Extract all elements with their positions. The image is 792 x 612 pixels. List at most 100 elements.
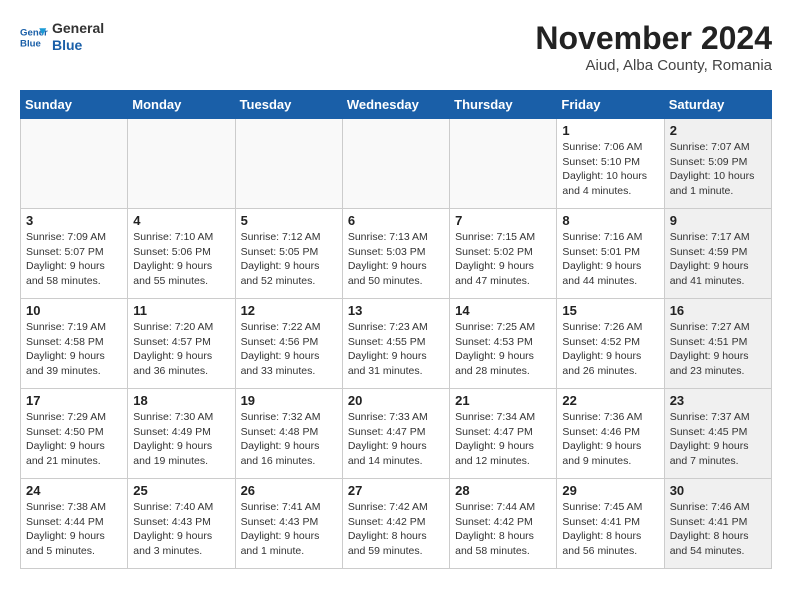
calendar-cell: 27 Sunrise: 7:42 AM Sunset: 4:42 PM Dayli…	[342, 479, 449, 569]
cell-info: Sunrise: 7:12 AM Sunset: 5:05 PM Dayligh…	[241, 230, 337, 289]
cell-info: Sunrise: 7:27 AM Sunset: 4:51 PM Dayligh…	[670, 320, 766, 379]
day-number: 13	[348, 303, 444, 318]
calendar-cell	[128, 119, 235, 209]
calendar-cell: 26 Sunrise: 7:41 AM Sunset: 4:43 PM Dayli…	[235, 479, 342, 569]
cell-info: Sunrise: 7:46 AM Sunset: 4:41 PM Dayligh…	[670, 500, 766, 559]
calendar-week-row: 17Sunrise: 7:29 AM Sunset: 4:50 PM Dayli…	[21, 389, 772, 479]
cell-info: Sunrise: 7:07 AM Sunset: 5:09 PM Dayligh…	[670, 140, 766, 199]
day-number: 29	[562, 483, 658, 498]
cell-info: Sunrise: 7:42 AM Sunset: 4:42 PM Dayligh…	[348, 500, 444, 559]
calendar-cell: 20 Sunrise: 7:33 AM Sunset: 4:47 PM Dayli…	[342, 389, 449, 479]
cell-info: Sunrise: 7:37 AM Sunset: 4:45 PM Dayligh…	[670, 410, 766, 469]
location-subtitle: Aiud, Alba County, Romania	[535, 57, 772, 74]
calendar-cell: 16 Sunrise: 7:27 AM Sunset: 4:51 PM Dayli…	[664, 299, 771, 389]
cell-info: Sunrise: 7:06 AM Sunset: 5:10 PM Dayligh…	[562, 140, 658, 199]
calendar-cell: 28 Sunrise: 7:44 AM Sunset: 4:42 PM Dayli…	[450, 479, 557, 569]
cell-info: Sunrise: 7:25 AM Sunset: 4:53 PM Dayligh…	[455, 320, 551, 379]
calendar-cell: 11 Sunrise: 7:20 AM Sunset: 4:57 PM Dayli…	[128, 299, 235, 389]
svg-text:Blue: Blue	[20, 38, 41, 49]
cell-info: Sunrise: 7:26 AM Sunset: 4:52 PM Dayligh…	[562, 320, 658, 379]
day-number: 9	[670, 213, 766, 228]
cell-info: Sunrise: 7:34 AM Sunset: 4:47 PM Dayligh…	[455, 410, 551, 469]
day-number: 27	[348, 483, 444, 498]
calendar-table: SundayMondayTuesdayWednesdayThursdayFrid…	[20, 90, 772, 569]
month-title: November 2024	[535, 20, 772, 57]
day-number: 19	[241, 393, 337, 408]
cell-info: Sunrise: 7:29 AM Sunset: 4:50 PM Dayligh…	[26, 410, 122, 469]
title-block: November 2024 Aiud, Alba County, Romania	[535, 20, 772, 74]
cell-info: Sunrise: 7:17 AM Sunset: 4:59 PM Dayligh…	[670, 230, 766, 289]
day-number: 10	[26, 303, 122, 318]
calendar-cell	[235, 119, 342, 209]
calendar-cell: 25Sunrise: 7:40 AM Sunset: 4:43 PM Dayli…	[128, 479, 235, 569]
calendar-week-row: 3Sunrise: 7:09 AM Sunset: 5:07 PM Daylig…	[21, 209, 772, 299]
calendar-cell: 24 Sunrise: 7:38 AM Sunset: 4:44 PM Dayli…	[21, 479, 128, 569]
cell-info: Sunrise: 7:10 AM Sunset: 5:06 PM Dayligh…	[133, 230, 229, 289]
calendar-cell: 23 Sunrise: 7:37 AM Sunset: 4:45 PM Dayli…	[664, 389, 771, 479]
calendar-cell	[450, 119, 557, 209]
calendar-cell: 7 Sunrise: 7:15 AM Sunset: 5:02 PM Daylig…	[450, 209, 557, 299]
calendar-cell	[342, 119, 449, 209]
logo-icon: General Blue	[20, 23, 48, 51]
calendar-week-row: 1Sunrise: 7:06 AM Sunset: 5:10 PM Daylig…	[21, 119, 772, 209]
calendar-cell: 9 Sunrise: 7:17 AM Sunset: 4:59 PM Daylig…	[664, 209, 771, 299]
day-number: 16	[670, 303, 766, 318]
page-header: General Blue General Blue November 2024 …	[20, 20, 772, 74]
day-number: 30	[670, 483, 766, 498]
cell-info: Sunrise: 7:40 AM Sunset: 4:43 PM Dayligh…	[133, 500, 229, 559]
calendar-cell: 1Sunrise: 7:06 AM Sunset: 5:10 PM Daylig…	[557, 119, 664, 209]
day-number: 4	[133, 213, 229, 228]
day-number: 28	[455, 483, 551, 498]
calendar-cell: 22 Sunrise: 7:36 AM Sunset: 4:46 PM Dayli…	[557, 389, 664, 479]
weekday-header: Monday	[128, 91, 235, 119]
cell-info: Sunrise: 7:44 AM Sunset: 4:42 PM Dayligh…	[455, 500, 551, 559]
cell-info: Sunrise: 7:32 AM Sunset: 4:48 PM Dayligh…	[241, 410, 337, 469]
cell-info: Sunrise: 7:30 AM Sunset: 4:49 PM Dayligh…	[133, 410, 229, 469]
weekday-header: Wednesday	[342, 91, 449, 119]
day-number: 24	[26, 483, 122, 498]
calendar-cell: 12Sunrise: 7:22 AM Sunset: 4:56 PM Dayli…	[235, 299, 342, 389]
cell-info: Sunrise: 7:16 AM Sunset: 5:01 PM Dayligh…	[562, 230, 658, 289]
day-number: 20	[348, 393, 444, 408]
calendar-week-row: 24 Sunrise: 7:38 AM Sunset: 4:44 PM Dayli…	[21, 479, 772, 569]
cell-info: Sunrise: 7:41 AM Sunset: 4:43 PM Dayligh…	[241, 500, 337, 559]
day-number: 23	[670, 393, 766, 408]
weekday-header: Tuesday	[235, 91, 342, 119]
calendar-cell: 6 Sunrise: 7:13 AM Sunset: 5:03 PM Daylig…	[342, 209, 449, 299]
cell-info: Sunrise: 7:20 AM Sunset: 4:57 PM Dayligh…	[133, 320, 229, 379]
calendar-body: 1Sunrise: 7:06 AM Sunset: 5:10 PM Daylig…	[21, 119, 772, 569]
calendar-cell: 3Sunrise: 7:09 AM Sunset: 5:07 PM Daylig…	[21, 209, 128, 299]
calendar-cell: 17Sunrise: 7:29 AM Sunset: 4:50 PM Dayli…	[21, 389, 128, 479]
day-number: 22	[562, 393, 658, 408]
day-number: 14	[455, 303, 551, 318]
logo: General Blue General Blue	[20, 20, 104, 54]
calendar-cell: 21 Sunrise: 7:34 AM Sunset: 4:47 PM Dayli…	[450, 389, 557, 479]
day-number: 26	[241, 483, 337, 498]
cell-info: Sunrise: 7:33 AM Sunset: 4:47 PM Dayligh…	[348, 410, 444, 469]
day-number: 15	[562, 303, 658, 318]
calendar-cell: 14 Sunrise: 7:25 AM Sunset: 4:53 PM Dayli…	[450, 299, 557, 389]
logo-line1: General	[52, 20, 104, 37]
weekday-header: Saturday	[664, 91, 771, 119]
cell-info: Sunrise: 7:38 AM Sunset: 4:44 PM Dayligh…	[26, 500, 122, 559]
calendar-cell: 29Sunrise: 7:45 AM Sunset: 4:41 PM Dayli…	[557, 479, 664, 569]
calendar-cell: 18 Sunrise: 7:30 AM Sunset: 4:49 PM Dayli…	[128, 389, 235, 479]
weekday-header: Sunday	[21, 91, 128, 119]
day-number: 8	[562, 213, 658, 228]
day-number: 11	[133, 303, 229, 318]
calendar-header-row: SundayMondayTuesdayWednesdayThursdayFrid…	[21, 91, 772, 119]
day-number: 21	[455, 393, 551, 408]
cell-info: Sunrise: 7:36 AM Sunset: 4:46 PM Dayligh…	[562, 410, 658, 469]
day-number: 18	[133, 393, 229, 408]
calendar-cell: 10Sunrise: 7:19 AM Sunset: 4:58 PM Dayli…	[21, 299, 128, 389]
calendar-cell: 2 Sunrise: 7:07 AM Sunset: 5:09 PM Daylig…	[664, 119, 771, 209]
calendar-cell: 4 Sunrise: 7:10 AM Sunset: 5:06 PM Daylig…	[128, 209, 235, 299]
day-number: 6	[348, 213, 444, 228]
day-number: 7	[455, 213, 551, 228]
cell-info: Sunrise: 7:13 AM Sunset: 5:03 PM Dayligh…	[348, 230, 444, 289]
cell-info: Sunrise: 7:15 AM Sunset: 5:02 PM Dayligh…	[455, 230, 551, 289]
calendar-cell: 13Sunrise: 7:23 AM Sunset: 4:55 PM Dayli…	[342, 299, 449, 389]
day-number: 2	[670, 123, 766, 138]
calendar-week-row: 10Sunrise: 7:19 AM Sunset: 4:58 PM Dayli…	[21, 299, 772, 389]
logo-line2: Blue	[52, 37, 104, 54]
